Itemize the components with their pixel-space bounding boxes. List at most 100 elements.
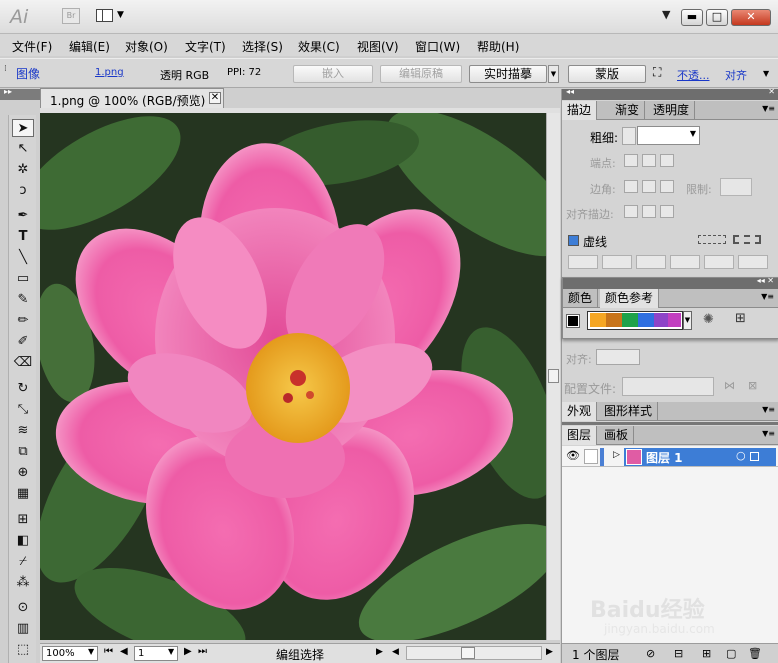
opacity-link[interactable]: 不透...: [677, 67, 710, 83]
layer-name[interactable]: 图层 1: [646, 449, 683, 466]
rectangle-tool-icon[interactable]: ▭: [12, 270, 34, 288]
horizontal-scrollbar[interactable]: [406, 646, 542, 660]
save-color-group-icon[interactable]: ⊞: [735, 311, 746, 326]
color-swatch[interactable]: [606, 313, 622, 327]
scale-tool-icon[interactable]: ⤡: [12, 401, 34, 419]
layer-row[interactable]: 👁 ▷ 图层 1 ○: [562, 447, 778, 467]
color-swatch[interactable]: [590, 313, 606, 327]
eraser-tool-icon[interactable]: ⌫: [12, 354, 34, 372]
close-icon[interactable]: ◂◂ ✕: [757, 276, 774, 285]
embed-button[interactable]: 嵌入: [293, 65, 373, 83]
control-menu-icon[interactable]: ▼: [763, 69, 769, 78]
type-tool-icon[interactable]: T: [12, 228, 34, 246]
new-sublayer-icon[interactable]: ⊞: [702, 647, 711, 660]
color-swatch[interactable]: [668, 313, 681, 327]
tab-appearance[interactable]: 外观: [562, 402, 598, 421]
tab-transparency[interactable]: 透明度: [648, 101, 696, 120]
harmony-swatch-strip[interactable]: [587, 311, 683, 330]
hscroll-right-icon[interactable]: ▶: [546, 647, 553, 657]
scrollbar-thumb[interactable]: [461, 647, 475, 659]
align-center-icon[interactable]: [624, 205, 638, 218]
base-color-swatch[interactable]: [566, 314, 580, 328]
clipping-mask-icon[interactable]: ⊟: [674, 647, 683, 660]
menu-type[interactable]: 文字(T): [185, 38, 226, 55]
align-link[interactable]: 对齐: [725, 67, 747, 83]
color-swatch[interactable]: [638, 313, 654, 327]
first-artboard-icon[interactable]: ⏮: [104, 646, 113, 657]
projecting-cap-icon[interactable]: [660, 154, 674, 167]
next-artboard-icon[interactable]: ▶: [184, 646, 192, 657]
limit-input[interactable]: [720, 178, 752, 196]
menu-effect[interactable]: 效果(C): [298, 38, 340, 55]
locate-object-icon[interactable]: ⊘: [646, 647, 655, 660]
menu-help[interactable]: 帮助(H): [477, 38, 519, 55]
tools-grip[interactable]: [6, 104, 36, 110]
free-transform-tool-icon[interactable]: ⧉: [12, 443, 34, 461]
selection-tool-icon[interactable]: ➤: [12, 119, 34, 137]
live-trace-button[interactable]: 实时描摹: [469, 65, 547, 83]
lasso-tool-icon[interactable]: ↄ: [12, 182, 34, 200]
previous-artboard-icon[interactable]: ◀: [120, 646, 128, 657]
vertical-scrollbar[interactable]: [546, 113, 560, 640]
chevron-down-icon[interactable]: ▼: [683, 311, 692, 330]
tab-gradient[interactable]: 渐变: [610, 101, 646, 120]
blob-brush-tool-icon[interactable]: ✐: [12, 333, 34, 351]
color-wheel-icon[interactable]: ✺: [703, 312, 714, 327]
minimize-button[interactable]: ▬: [681, 9, 703, 26]
artboard-canvas[interactable]: [40, 113, 546, 640]
tab-layers[interactable]: 图层: [562, 426, 598, 445]
tab-graphic-styles[interactable]: 图形样式: [599, 402, 659, 421]
line-tool-icon[interactable]: ╲: [12, 249, 34, 267]
bridge-button[interactable]: Br: [62, 8, 80, 24]
grip-icon[interactable]: ⁞: [4, 64, 7, 74]
panel-menu-icon[interactable]: ▼≡: [761, 292, 774, 301]
eye-icon[interactable]: 👁: [566, 449, 580, 462]
magic-wand-tool-icon[interactable]: ✲: [12, 161, 34, 179]
edit-original-button[interactable]: 编辑原稿: [380, 65, 462, 83]
align-inside-icon[interactable]: [642, 205, 656, 218]
perspective-grid-tool-icon[interactable]: ▦: [12, 485, 34, 503]
paintbrush-tool-icon[interactable]: ✎: [12, 291, 34, 309]
pencil-tool-icon[interactable]: ✏: [12, 312, 34, 330]
peony-flower-image[interactable]: [40, 113, 546, 640]
tab-artboards[interactable]: 画板: [599, 426, 635, 445]
panel-menu-icon[interactable]: ▼≡: [762, 405, 775, 414]
eyedropper-tool-icon[interactable]: ⌿: [12, 553, 34, 571]
panel-menu-icon[interactable]: ▼≡: [762, 104, 775, 113]
shape-builder-tool-icon[interactable]: ⊕: [12, 464, 34, 482]
menu-object[interactable]: 对象(O): [125, 38, 168, 55]
document-tab[interactable]: 1.png @ 100% (RGB/预览) ✕: [40, 88, 224, 108]
mask-button[interactable]: 蒙版: [568, 65, 646, 83]
artboard-tool-icon[interactable]: ⬚: [12, 641, 34, 659]
menu-select[interactable]: 选择(S): [242, 38, 283, 55]
menu-view[interactable]: 视图(V): [357, 38, 399, 55]
stroke-weight-input[interactable]: ▼: [637, 126, 700, 145]
hscroll-left-icon[interactable]: ◀: [392, 647, 399, 657]
gradient-tool-icon[interactable]: ◧: [12, 532, 34, 550]
delete-icon[interactable]: 🗑: [748, 647, 762, 660]
file-link[interactable]: 1.png: [95, 67, 124, 78]
reset-icon[interactable]: ⊠: [748, 379, 757, 392]
align-to-icon[interactable]: [596, 349, 640, 365]
panel-dock-header[interactable]: ◂◂ ✕: [562, 87, 778, 100]
pen-tool-icon[interactable]: ✒: [12, 207, 34, 225]
new-layer-icon[interactable]: ▢: [726, 647, 736, 660]
miter-join-icon[interactable]: [624, 180, 638, 193]
panel-minimize-icon[interactable]: ▼: [662, 8, 670, 21]
butt-cap-icon[interactable]: [624, 154, 638, 167]
chevron-down-icon[interactable]: ▼: [168, 647, 174, 656]
expand-triangle-icon[interactable]: ▷: [613, 450, 620, 460]
tab-stroke[interactable]: 描边: [562, 101, 598, 120]
profile-select[interactable]: [622, 377, 714, 396]
round-cap-icon[interactable]: [642, 154, 656, 167]
last-artboard-icon[interactable]: ⏭: [198, 646, 207, 657]
scrollbar-thumb[interactable]: [548, 369, 559, 383]
warp-tool-icon[interactable]: ≋: [12, 422, 34, 440]
tab-color[interactable]: 颜色: [563, 289, 599, 308]
dashed-checkbox[interactable]: [568, 235, 579, 246]
color-panel-header[interactable]: ◂◂ ✕: [563, 276, 778, 289]
panel-menu-icon[interactable]: ▼≡: [762, 429, 775, 438]
tools-panel-header[interactable]: ▸▸: [0, 87, 40, 100]
dash-gap-fields[interactable]: [568, 255, 774, 269]
align-outside-icon[interactable]: [660, 205, 674, 218]
